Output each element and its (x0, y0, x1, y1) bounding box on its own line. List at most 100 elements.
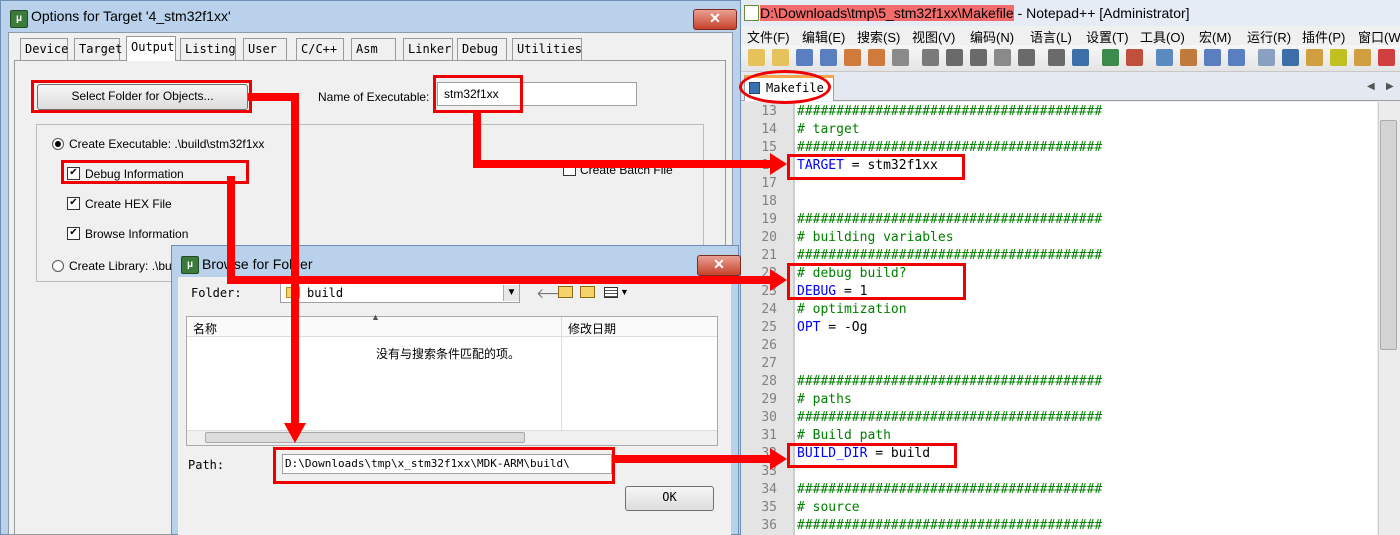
tab-target[interactable]: Target (74, 38, 122, 60)
tab-device[interactable]: Device (20, 38, 68, 60)
menu-item-11[interactable]: 窗口(W (1358, 27, 1400, 46)
zoom-out-icon[interactable] (1126, 49, 1143, 66)
undo-icon[interactable] (994, 49, 1011, 66)
title-file-path: D:\Downloads\tmp\5_stm32f1xx\Makefile (760, 5, 1014, 21)
code-value: = -Og (820, 320, 868, 335)
toolbar (741, 45, 1400, 72)
column-name-header[interactable]: 名称 (193, 320, 217, 337)
browse-info-label: Browse Information (85, 227, 189, 241)
function-list-icon[interactable] (1306, 49, 1323, 66)
folder-label: Folder: (191, 286, 242, 300)
sort-arrow-icon: ▲ (371, 312, 380, 322)
sync-v-icon[interactable] (1156, 49, 1173, 66)
menu-item-5[interactable]: 语言(L) (1030, 27, 1072, 46)
tab-utilities[interactable]: Utilities (512, 38, 582, 60)
menu-item-0[interactable]: 文件(F) (747, 27, 790, 46)
title-app-name: - Notepad++ [Administrator] (1013, 5, 1190, 21)
sync-h-icon[interactable] (1180, 49, 1197, 66)
view-dropdown-icon[interactable]: ▼ (620, 287, 629, 297)
browse-info-checkbox[interactable]: ✔ (67, 227, 80, 240)
path-label: Path: (188, 458, 225, 472)
view-menu-icon[interactable] (604, 287, 618, 298)
tab-debug[interactable]: Debug (457, 38, 507, 60)
menu-item-8[interactable]: 宏(M) (1199, 27, 1232, 46)
replace-icon[interactable] (1072, 49, 1089, 66)
menu-item-2[interactable]: 搜索(S) (857, 27, 900, 46)
menu-item-3[interactable]: 视图(V) (912, 27, 955, 46)
arrow-path-head (770, 448, 787, 470)
scrollbar-thumb[interactable] (205, 432, 525, 443)
paste-icon[interactable] (970, 49, 987, 66)
arrow-target-head (770, 153, 787, 175)
ok-button[interactable]: OK (625, 486, 714, 511)
wrap-icon[interactable] (1204, 49, 1221, 66)
browse-close-button[interactable]: ✕ (697, 255, 741, 276)
folder-icon[interactable] (1330, 49, 1347, 66)
code-line: # source (797, 500, 860, 515)
show-all-icon[interactable] (1228, 49, 1245, 66)
highlight-debug-info (61, 160, 249, 184)
indent-guide-icon[interactable] (1258, 49, 1275, 66)
menu-item-4[interactable]: 编码(N) (970, 27, 1014, 46)
new-file-icon[interactable] (748, 49, 765, 66)
menu-item-6[interactable]: 设置(T) (1086, 27, 1129, 46)
chevron-down-icon[interactable]: ▼ (503, 285, 519, 301)
new-folder-icon[interactable] (580, 286, 595, 298)
code-line: ####################################### (797, 104, 1103, 119)
line-number: 34 (761, 482, 777, 497)
record-icon[interactable] (1378, 49, 1395, 66)
menu-item-7[interactable]: 工具(O) (1140, 27, 1185, 46)
line-number: 24 (761, 302, 777, 317)
tab-linker[interactable]: Linker (403, 38, 453, 60)
save-all-icon[interactable] (820, 49, 837, 66)
menu-item-1[interactable]: 编辑(E) (802, 27, 845, 46)
redo-icon[interactable] (1018, 49, 1035, 66)
tab-asm[interactable]: Asm (351, 38, 396, 60)
create-executable-radio[interactable] (52, 138, 64, 150)
doc-map-icon[interactable] (1282, 49, 1299, 66)
print-icon[interactable] (892, 49, 909, 66)
arrow-path-horizontal (612, 455, 773, 463)
up-folder-icon[interactable] (558, 286, 573, 298)
code-line: ####################################### (797, 482, 1103, 497)
create-library-radio[interactable] (52, 260, 64, 272)
menu-item-10[interactable]: 插件(P) (1302, 27, 1345, 46)
column-modified-header[interactable]: 修改日期 (568, 320, 616, 337)
code-line: ####################################### (797, 518, 1103, 533)
line-number: 17 (761, 176, 777, 191)
save-icon[interactable] (796, 49, 813, 66)
arrow-target-vertical (473, 111, 481, 167)
create-hex-checkbox[interactable]: ✔ (67, 197, 80, 210)
line-number: 18 (761, 194, 777, 209)
options-close-button[interactable]: ✕ (693, 9, 737, 30)
line-number: 21 (761, 248, 777, 263)
tab-c-c-[interactable]: C/C++ (296, 38, 344, 60)
close-all-icon[interactable] (868, 49, 885, 66)
tab-scroll-left-icon[interactable]: ◀ (1367, 81, 1375, 92)
zoom-in-icon[interactable] (1102, 49, 1119, 66)
line-number: 19 (761, 212, 777, 227)
arrow-debug-vertical (227, 176, 235, 284)
monitor-icon[interactable] (1354, 49, 1371, 66)
folder-combo[interactable]: build (280, 283, 520, 303)
open-file-icon[interactable] (772, 49, 789, 66)
line-number: 26 (761, 338, 777, 353)
cut-icon[interactable] (922, 49, 939, 66)
highlight-select-folder (31, 80, 252, 113)
code-line: ####################################### (797, 140, 1103, 155)
tab-listing[interactable]: Listing (180, 38, 236, 60)
copy-icon[interactable] (946, 49, 963, 66)
tab-user[interactable]: User (243, 38, 287, 60)
menu-item-9[interactable]: 运行(R) (1247, 27, 1291, 46)
scrollbar-thumb[interactable] (1380, 120, 1397, 350)
highlight-executable-name (433, 75, 523, 113)
code-line: # target (797, 122, 860, 137)
code-keyword: OPT (797, 320, 821, 335)
line-number: 35 (761, 500, 777, 515)
tab-output[interactable]: Output (126, 36, 176, 61)
arrow-folder-head (284, 423, 306, 443)
arrow-folder-vertical (291, 93, 299, 425)
close-icon[interactable] (844, 49, 861, 66)
find-icon[interactable] (1048, 49, 1065, 66)
tab-scroll-right-icon[interactable]: ▶ (1386, 81, 1394, 92)
